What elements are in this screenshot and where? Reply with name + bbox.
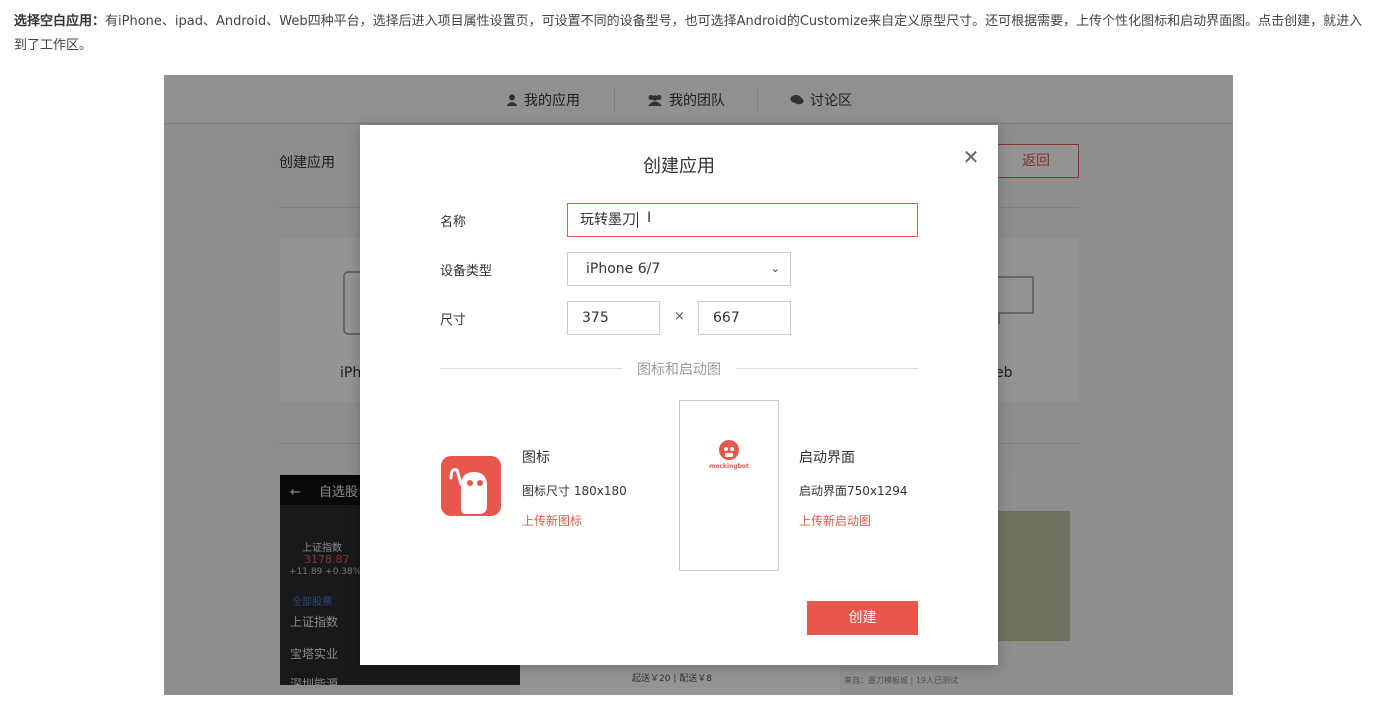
section-divider-right <box>736 368 918 369</box>
width-input[interactable]: 375 <box>567 301 660 335</box>
create-app-modal: 创建应用 ✕ 名称 玩转墨刀 I 设备类型 iPhone 6/7 ⌄ 尺寸 37… <box>360 125 998 665</box>
icon-size-text: 图标尺寸 180x180 <box>522 484 627 498</box>
upload-splash-link[interactable]: 上传新启动图 <box>799 512 871 529</box>
device-type-value: iPhone 6/7 <box>586 261 661 277</box>
splash-section-title: 启动界面 <box>799 450 855 466</box>
splash-brand-text: mockingbot <box>709 463 749 470</box>
modal-title: 创建应用 <box>643 156 715 177</box>
section-divider-title: 图标和启动图 <box>637 362 721 378</box>
chevron-down-icon: ⌄ <box>770 262 780 275</box>
intro-text: 有iPhone、ipad、Android、Web四种平台，选择后进入项目属性设置… <box>14 14 1363 53</box>
device-type-label: 设备类型 <box>440 264 493 279</box>
name-label: 名称 <box>440 215 467 230</box>
mascot-icon <box>449 468 487 514</box>
app-icon-preview <box>441 456 501 516</box>
section-divider-left <box>440 368 622 369</box>
height-input[interactable]: 667 <box>698 301 791 335</box>
size-label: 尺寸 <box>440 313 467 328</box>
splash-preview: mockingbot <box>679 400 779 571</box>
icon-section-title: 图标 <box>522 450 550 466</box>
app-name-input[interactable]: 玩转墨刀 <box>567 203 918 237</box>
times-sign: × <box>674 309 685 324</box>
mockingbot-logo-icon <box>719 440 739 460</box>
device-type-select[interactable]: iPhone 6/7 ⌄ <box>567 252 791 286</box>
intro-bold: 选择空白应用： <box>14 14 106 29</box>
intro-paragraph: 选择空白应用：有iPhone、ipad、Android、Web四种平台，选择后进… <box>14 10 1374 58</box>
upload-icon-link[interactable]: 上传新图标 <box>522 512 582 529</box>
text-caret <box>637 212 638 228</box>
app-name-value: 玩转墨刀 <box>580 212 636 228</box>
splash-size-text: 启动界面750x1294 <box>799 484 908 498</box>
create-button[interactable]: 创建 <box>807 601 918 635</box>
close-icon[interactable]: ✕ <box>960 147 982 169</box>
text-cursor-icon: I <box>647 210 652 226</box>
